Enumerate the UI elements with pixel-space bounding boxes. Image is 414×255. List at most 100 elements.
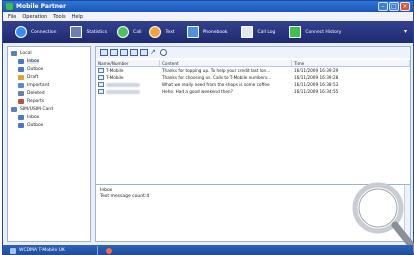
table-header: Name/Number Content Time (96, 60, 410, 67)
close-button[interactable]: × (400, 2, 410, 11)
tree-sim-inbox[interactable]: Inbox (8, 113, 90, 121)
phonebook-label: Phonebook (202, 29, 228, 35)
app-icon (6, 3, 13, 10)
connection-status-icon (105, 247, 112, 254)
monitor-icon (70, 26, 83, 38)
row-content: Thanks for choosing us. Calls to T-Mobil… (162, 75, 272, 80)
signal-icon (10, 247, 16, 254)
trash-icon (18, 90, 24, 96)
menu-bar: File Operation Tools Help (3, 12, 413, 21)
status-divider (96, 246, 98, 255)
search-icon[interactable] (160, 49, 167, 56)
tree-label: Draft (27, 74, 39, 80)
tree-label: Outbox (27, 122, 44, 128)
statistics-label: Statistics (86, 29, 108, 35)
tree-draft[interactable]: Draft (8, 73, 90, 81)
call-button[interactable]: Call (113, 23, 145, 41)
row-name (96, 88, 160, 95)
delete-icon[interactable] (130, 49, 138, 56)
magnifier-icon (352, 182, 414, 254)
new-message-icon[interactable] (100, 49, 108, 56)
text-label: Text (165, 29, 175, 35)
table-row[interactable]: T-Mobile Thanks for topping up. To help … (96, 67, 410, 74)
menu-help[interactable]: Help (72, 14, 83, 20)
menu-tools[interactable]: Tools (53, 14, 65, 20)
book-icon (186, 26, 199, 38)
tree-label: SIM/USIM Card (20, 106, 53, 112)
table-row[interactable]: T-Mobile Thanks for choosing us. Calls t… (96, 74, 410, 81)
tree-label: Important (27, 82, 50, 88)
reply-icon[interactable] (110, 49, 118, 56)
message-table: Name/Number Content Time T-Mobile Thanks… (96, 60, 410, 95)
statistics-button[interactable]: Statistics (66, 23, 111, 41)
tree-label: Inbox (27, 58, 40, 64)
message-toolbar: ↗ (96, 47, 410, 58)
app-window: Mobile Partner – □ × File Operation Tool… (2, 0, 414, 255)
redacted-sender (106, 89, 140, 94)
window-controls: – □ × (378, 2, 410, 11)
tree-label: Local (20, 50, 32, 56)
globe-icon (15, 26, 27, 38)
sender-name: T-Mobile (106, 75, 124, 80)
row-content: What we really need from the shops is so… (162, 82, 270, 87)
column-content[interactable]: Content (160, 60, 292, 66)
important-icon (18, 82, 24, 88)
column-time[interactable]: Time (292, 60, 410, 66)
message-icon (98, 89, 104, 94)
message-icon (98, 82, 104, 87)
tree-local-inbox[interactable]: Inbox (8, 57, 90, 65)
redacted-sender (106, 82, 140, 87)
tree-deleted[interactable]: Deleted (8, 89, 90, 97)
row-content: Thanks for topping up. To help your cred… (162, 68, 271, 73)
inbox-icon (18, 114, 24, 120)
row-content: Hehe. Had a good weekend then? (162, 89, 233, 94)
tree-local-outbox[interactable]: Outbox (8, 65, 90, 73)
tree-important[interactable]: Important (8, 81, 90, 89)
title-bar: Mobile Partner – □ × (3, 1, 413, 12)
main-toolbar: Connection Statistics Call Text Phoneboo… (3, 21, 413, 43)
tree-label: Deleted (27, 90, 45, 96)
tree-reports[interactable]: Reports (8, 97, 90, 105)
menu-file[interactable]: File (8, 14, 16, 20)
table-row[interactable]: Hehe. Had a good weekend then? 16/11/200… (96, 88, 410, 95)
copy-icon[interactable]: ↗ (150, 49, 158, 56)
inbox-icon (18, 58, 24, 64)
call-log-label: Call Log (257, 29, 276, 35)
table-row[interactable]: What we really need from the shops is so… (96, 81, 410, 88)
row-time: 16/11/2009 16:34:55 (294, 89, 339, 94)
text-button[interactable]: Text (145, 23, 178, 41)
envelope-icon (149, 26, 162, 38)
tree-sim-card[interactable]: SIM/USIM Card (8, 105, 90, 113)
row-name (96, 81, 160, 88)
connect-history-button[interactable]: Connect History (285, 23, 345, 41)
phone-icon (117, 26, 130, 38)
message-icon (98, 75, 104, 80)
sender-name: T-Mobile (106, 68, 124, 73)
maximize-button[interactable]: □ (389, 2, 399, 11)
connection-button[interactable]: Connection (11, 23, 60, 41)
sim-icon (11, 106, 17, 112)
call-log-icon (241, 26, 254, 38)
phonebook-button[interactable]: Phonebook (183, 23, 232, 41)
row-time: 16/11/2009 16:38:53 (294, 82, 339, 87)
tree-sim-outbox[interactable]: Outbox (8, 121, 90, 129)
row-time: 16/11/2009 16:39:28 (294, 75, 339, 80)
draft-icon (18, 74, 24, 80)
row-name: T-Mobile (96, 74, 160, 81)
tree-local[interactable]: Local (8, 49, 90, 57)
minimize-button[interactable]: – (378, 2, 388, 11)
tree-label: Reports (27, 98, 45, 104)
forward-icon[interactable] (120, 49, 128, 56)
message-icon (98, 68, 104, 73)
row-time: 16/11/2009 16:39:29 (294, 68, 339, 73)
move-icon[interactable] (140, 49, 148, 56)
toolbar-more-icon[interactable]: ▾ (404, 28, 407, 35)
row-name: T-Mobile (96, 67, 160, 74)
status-bar: WCDMA T-Mobile UK (3, 245, 413, 255)
report-icon (18, 98, 24, 104)
call-log-button[interactable]: Call Log (237, 23, 279, 41)
call-label: Call (133, 29, 142, 35)
column-name[interactable]: Name/Number (96, 60, 160, 66)
menu-operation[interactable]: Operation (22, 14, 47, 20)
tree-label: Inbox (27, 114, 40, 120)
